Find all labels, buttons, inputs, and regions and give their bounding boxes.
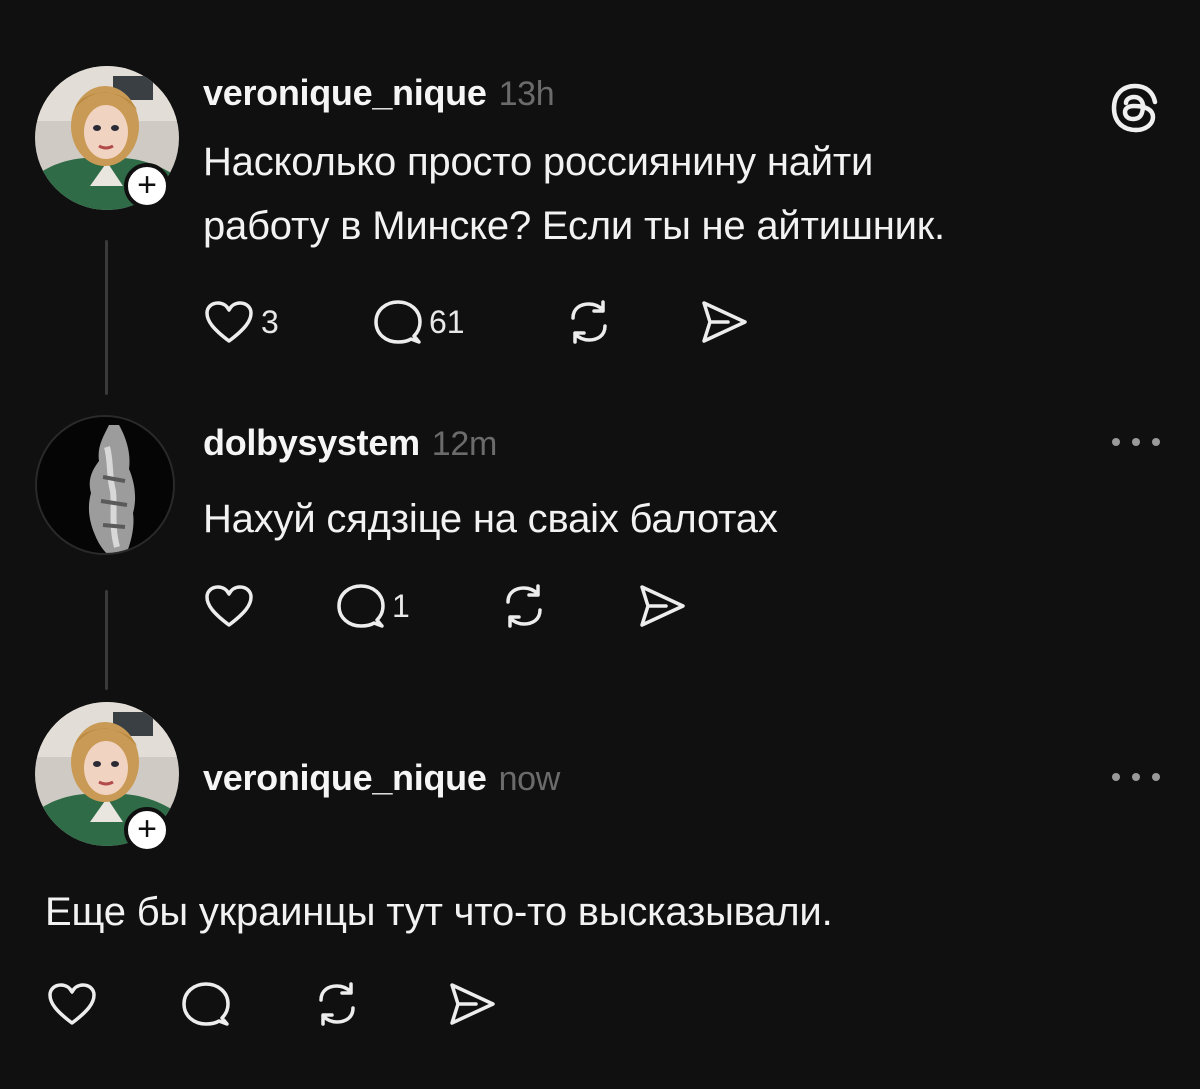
like-button[interactable]: [203, 581, 261, 631]
share-icon: [640, 585, 685, 627]
post-author[interactable]: veronique_nique 13h: [203, 72, 555, 114]
share-button[interactable]: [636, 581, 688, 631]
heart-icon: [48, 983, 96, 1025]
heart-icon: [205, 585, 253, 627]
reply-button[interactable]: [181, 979, 237, 1029]
repost-button[interactable]: [311, 979, 363, 1029]
like-button[interactable]: 3: [203, 297, 279, 347]
share-icon: [702, 301, 747, 343]
share-button[interactable]: [446, 979, 498, 1029]
post-text-line: работу в Минске? Если ты не айтишник.: [203, 204, 945, 248]
username[interactable]: veronique_nique: [203, 72, 487, 113]
repost-icon: [319, 982, 355, 1026]
reply-count: 1: [392, 587, 410, 624]
comment-icon: [374, 300, 422, 344]
repost-button[interactable]: [498, 581, 550, 631]
username[interactable]: veronique_nique: [203, 757, 487, 798]
timestamp: 13h: [498, 75, 555, 113]
like-count: 3: [261, 303, 279, 340]
post-text: Еще бы украинцы тут что-то высказывали.: [45, 890, 833, 934]
reply-count: 61: [429, 303, 465, 340]
user-avatar-icon[interactable]: [35, 415, 175, 555]
comment-icon: [182, 982, 230, 1026]
repost-button[interactable]: [563, 297, 615, 347]
post-text: Насколько просто россиянину найти работу…: [203, 130, 945, 258]
threads-logo-icon[interactable]: [1106, 80, 1162, 136]
reply-button[interactable]: 61: [373, 297, 465, 347]
share-button[interactable]: [698, 297, 750, 347]
post-actions: 1: [203, 581, 703, 631]
follow-plus-icon[interactable]: +: [124, 807, 170, 853]
comment-icon: [337, 584, 385, 628]
timestamp: 12m: [431, 425, 498, 463]
timestamp: now: [498, 760, 561, 798]
heart-icon: [205, 301, 253, 343]
thread-line: [105, 240, 108, 395]
repost-icon: [506, 584, 542, 628]
username[interactable]: dolbysystem: [203, 422, 420, 463]
thread-line: [105, 590, 108, 690]
post-actions: 3 61: [203, 297, 763, 347]
post-author[interactable]: dolbysystem 12m: [203, 422, 497, 464]
share-icon: [450, 983, 495, 1025]
more-options-icon[interactable]: [1112, 767, 1160, 787]
follow-plus-icon[interactable]: +: [124, 163, 170, 209]
post-text-line: Насколько просто россиянину найти: [203, 140, 874, 184]
post-actions: [46, 979, 506, 1029]
more-options-icon[interactable]: [1112, 432, 1160, 452]
like-button[interactable]: [46, 979, 104, 1029]
post-author[interactable]: veronique_nique now: [203, 757, 560, 799]
repost-icon: [571, 300, 607, 344]
reply-button[interactable]: 1: [336, 581, 410, 631]
post-text: Нахуй сядзіце на сваіх балотах: [203, 497, 778, 541]
